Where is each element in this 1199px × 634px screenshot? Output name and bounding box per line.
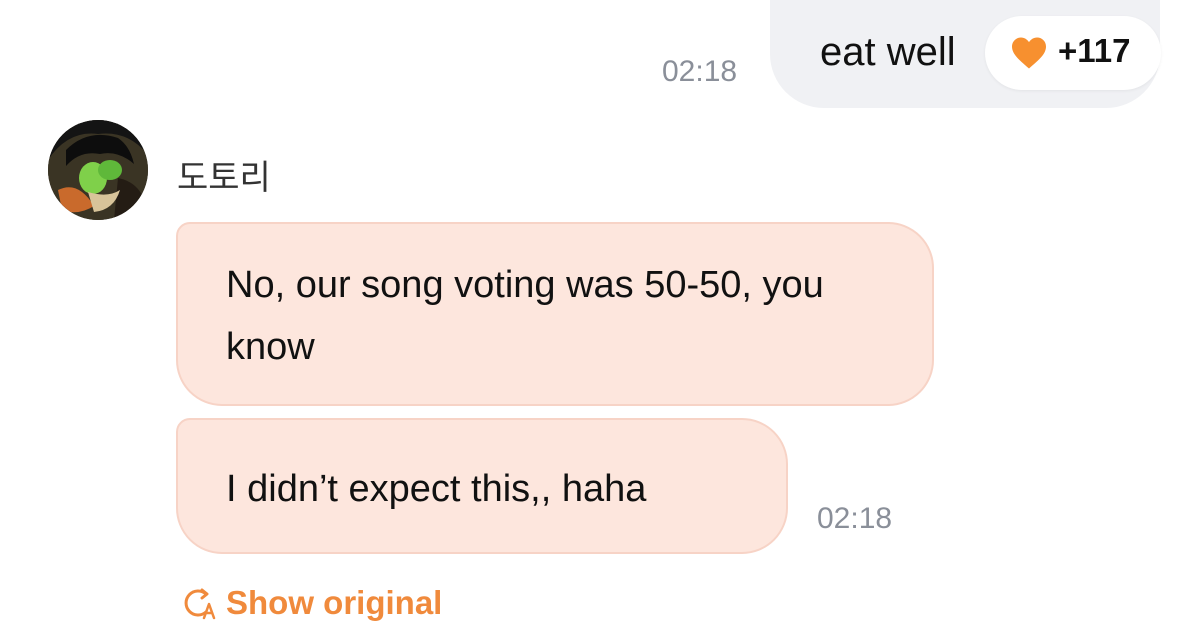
received-message-time: 02:18 <box>817 502 893 535</box>
sent-message-text: eat well <box>820 30 956 74</box>
received-message-text: I didn’t expect this,, haha <box>226 468 647 510</box>
reaction-count: +117 <box>1058 32 1131 69</box>
translate-icon <box>184 588 216 620</box>
heart-icon <box>1012 37 1046 69</box>
received-message-text: No, our song voting was 50-50, you know <box>226 264 824 368</box>
sender-name: 도토리 <box>177 158 271 198</box>
sent-message-time: 02:18 <box>662 55 738 88</box>
avatar[interactable] <box>48 120 148 220</box>
avatar-image <box>48 120 148 220</box>
show-original-button[interactable]: Show original <box>180 584 442 622</box>
show-original-label: Show original <box>226 584 443 621</box>
